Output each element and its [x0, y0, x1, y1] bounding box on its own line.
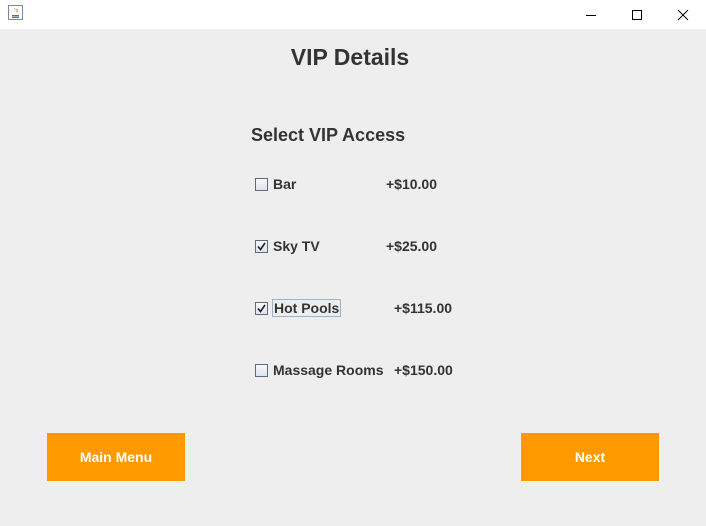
- checkmark-icon: [257, 304, 266, 313]
- price-bar: +$10.00: [386, 176, 437, 192]
- minimize-button[interactable]: [568, 0, 614, 29]
- checkbox-sky-tv[interactable]: [255, 239, 268, 253]
- option-massage-rooms[interactable]: Massage Rooms: [255, 361, 384, 379]
- section-heading: Select VIP Access: [251, 125, 406, 145]
- minimize-icon: [586, 14, 596, 16]
- price-massage-rooms: +$150.00: [394, 362, 453, 378]
- option-label-massage-rooms: Massage Rooms: [273, 362, 384, 378]
- price-hot-pools: +$115.00: [394, 300, 453, 316]
- close-icon: [677, 9, 689, 20]
- maximize-icon: [632, 9, 642, 20]
- option-label-bar: Bar: [273, 176, 297, 192]
- checkmark-icon: [257, 242, 266, 251]
- price-sky-tv: +$25.00: [386, 238, 437, 254]
- option-label-hot-pools: Hot Pools: [272, 299, 342, 317]
- option-sky-tv[interactable]: Sky TV: [255, 237, 321, 255]
- next-button[interactable]: Next: [521, 433, 659, 481]
- checkbox-bar[interactable]: [255, 177, 268, 191]
- checkbox-hot-pools[interactable]: [255, 301, 268, 315]
- java-app-icon: [8, 5, 23, 20]
- option-label-sky-tv: Sky TV: [273, 238, 320, 254]
- close-button[interactable]: [660, 0, 706, 29]
- page-title: VIP Details: [290, 44, 410, 70]
- checkbox-massage-rooms[interactable]: [255, 363, 268, 377]
- title-bar: [0, 0, 706, 29]
- maximize-button[interactable]: [614, 0, 660, 29]
- option-hot-pools[interactable]: Hot Pools: [255, 299, 342, 317]
- main-menu-button[interactable]: Main Menu: [47, 433, 185, 481]
- option-bar[interactable]: Bar: [255, 175, 297, 193]
